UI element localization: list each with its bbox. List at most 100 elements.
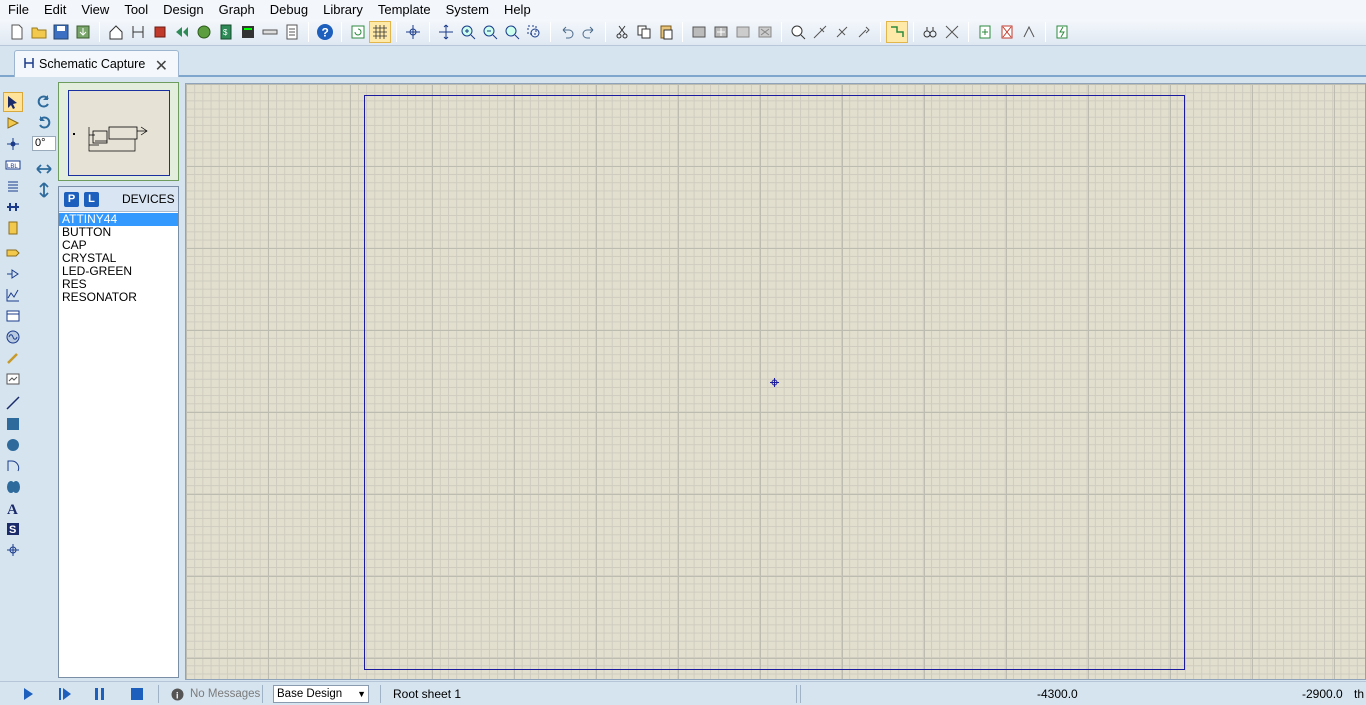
grid-toggle-icon[interactable] [369, 21, 391, 43]
property-tool-icon[interactable] [941, 21, 963, 43]
units-label[interactable]: th [1354, 686, 1364, 702]
library-manager-button[interactable]: L [84, 191, 99, 207]
stop-icon[interactable] [130, 686, 144, 702]
mirror-vertical-icon[interactable] [34, 181, 54, 199]
block-copy-icon[interactable] [688, 21, 710, 43]
pause-icon[interactable] [94, 686, 106, 702]
paste-icon[interactable] [655, 21, 677, 43]
packaging-icon[interactable] [831, 21, 853, 43]
chevron-down-icon: ▼ [357, 689, 366, 699]
device-item-resonator[interactable]: RESONATOR [59, 291, 178, 304]
mirror-horizontal-icon[interactable] [34, 160, 54, 178]
bus-icon[interactable] [4, 198, 22, 216]
devices-header: P L DEVICES [59, 187, 178, 212]
component-mode-icon[interactable] [4, 114, 22, 132]
junction-dot-icon[interactable] [4, 135, 22, 153]
make-device-icon[interactable] [809, 21, 831, 43]
box-tool-icon[interactable] [4, 415, 22, 433]
open-folder-icon[interactable] [28, 21, 50, 43]
tab-schematic-capture[interactable]: Schematic Capture ✕ [14, 50, 179, 77]
schematic-icon[interactable] [127, 21, 149, 43]
zoom-all-icon[interactable] [501, 21, 523, 43]
gerber-icon[interactable] [193, 21, 215, 43]
block-rotate-icon[interactable] [732, 21, 754, 43]
menu-design[interactable]: Design [155, 0, 210, 19]
selection-mode-icon[interactable] [3, 92, 23, 112]
menu-library[interactable]: Library [315, 0, 370, 19]
messages-status[interactable]: No Messages [190, 686, 260, 702]
block-delete-icon[interactable] [754, 21, 776, 43]
undo-icon[interactable] [556, 21, 578, 43]
copy-icon[interactable] [633, 21, 655, 43]
origin-icon[interactable] [402, 21, 424, 43]
rotation-angle-field[interactable]: 0° [32, 136, 56, 151]
help-icon[interactable]: ? [314, 21, 336, 43]
import-icon[interactable] [72, 21, 94, 43]
pick-devices-button[interactable]: P [64, 191, 79, 207]
menu-file[interactable]: File [0, 0, 36, 19]
menu-tool[interactable]: Tool [116, 0, 155, 19]
exit-to-parent-icon[interactable] [1018, 21, 1040, 43]
mode-toolbar: LBL A S [0, 88, 27, 568]
pan-icon[interactable] [435, 21, 457, 43]
3d-view-icon[interactable] [171, 21, 193, 43]
menu-help[interactable]: Help [496, 0, 538, 19]
wire-autorouter-icon[interactable] [886, 21, 908, 43]
symbol-tool-icon[interactable]: S [4, 520, 22, 538]
x-coordinate: -4300.0 [1037, 687, 1078, 701]
virtual-instrument-icon[interactable] [4, 370, 22, 388]
block-move-icon[interactable] [710, 21, 732, 43]
line-tool-icon[interactable] [4, 394, 22, 412]
text-tool-icon[interactable]: A [4, 499, 22, 517]
cut-icon[interactable] [611, 21, 633, 43]
save-icon[interactable] [50, 21, 72, 43]
component-icon[interactable] [259, 21, 281, 43]
close-icon[interactable]: ✕ [155, 56, 168, 76]
marker-tool-icon[interactable] [4, 541, 22, 559]
text-script-icon[interactable] [4, 177, 22, 195]
wire-label-icon[interactable]: LBL [4, 156, 22, 174]
pcb-icon[interactable] [149, 21, 171, 43]
tape-recorder-icon[interactable] [4, 307, 22, 325]
zoom-in-icon[interactable] [457, 21, 479, 43]
menu-edit[interactable]: Edit [36, 0, 73, 19]
zoom-area-icon[interactable] [523, 21, 545, 43]
zoom-out-icon[interactable] [479, 21, 501, 43]
overview-window[interactable] [58, 82, 179, 181]
decompose-icon[interactable] [853, 21, 875, 43]
generator-icon[interactable] [4, 328, 22, 346]
document-icon[interactable] [281, 21, 303, 43]
source-code-icon[interactable] [237, 21, 259, 43]
voltage-probe-icon[interactable] [4, 349, 22, 367]
redo-icon[interactable] [578, 21, 600, 43]
remove-sheet-icon[interactable] [996, 21, 1018, 43]
terminal-icon[interactable] [4, 244, 22, 262]
new-file-icon[interactable] [6, 21, 28, 43]
home-icon[interactable] [105, 21, 127, 43]
search-icon[interactable] [919, 21, 941, 43]
rotate-anticlockwise-icon[interactable] [34, 113, 54, 131]
svg-text:$: $ [223, 28, 228, 37]
new-sheet-icon[interactable] [974, 21, 996, 43]
menu-debug[interactable]: Debug [262, 0, 315, 19]
electrical-check-icon[interactable] [1051, 21, 1073, 43]
rotate-clockwise-icon[interactable] [34, 92, 54, 110]
subcircuit-icon[interactable] [4, 219, 22, 237]
step-icon[interactable] [58, 686, 72, 702]
menu-view[interactable]: View [73, 0, 116, 19]
design-variant-select[interactable]: Base Design ▼ [273, 685, 369, 703]
circle-tool-icon[interactable] [4, 436, 22, 454]
svg-text:i: i [176, 690, 179, 700]
menu-template[interactable]: Template [370, 0, 438, 19]
refresh-icon[interactable] [347, 21, 369, 43]
play-icon[interactable] [22, 686, 34, 702]
menu-graph[interactable]: Graph [211, 0, 262, 19]
graph-icon[interactable] [4, 286, 22, 304]
bom-icon[interactable]: $ [215, 21, 237, 43]
schematic-editor[interactable] [185, 83, 1366, 680]
closed-path-icon[interactable] [4, 478, 22, 496]
arc-tool-icon[interactable] [4, 457, 22, 475]
device-pin-icon[interactable] [4, 265, 22, 283]
menu-system[interactable]: System [438, 0, 496, 19]
pick-device-icon[interactable] [787, 21, 809, 43]
